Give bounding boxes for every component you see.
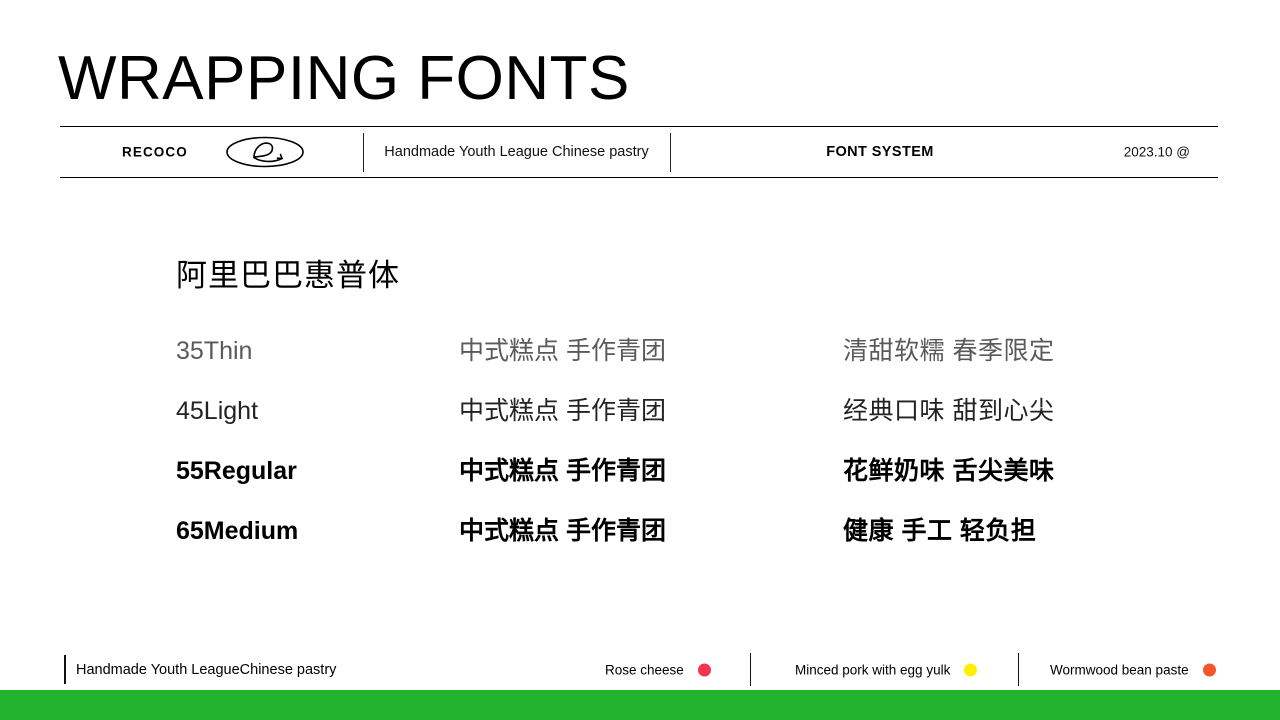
font-family-name: 阿里巴巴惠普体 — [176, 258, 400, 293]
footer-accent-bar — [64, 655, 66, 684]
weight-label: 45Light — [176, 397, 259, 425]
flavor-label: Wormwood bean paste — [1050, 662, 1189, 678]
flavor-color-dot — [1202, 663, 1216, 677]
accent-bar — [0, 690, 1280, 720]
table-row: 45Light 中式糕点 手作青团 经典口味 甜到心尖 — [176, 396, 1076, 456]
footer-label: Handmade Youth LeagueChinese pastry — [76, 662, 337, 678]
flavor-color-dot — [697, 663, 711, 677]
footer: Handmade Youth LeagueChinese pastry Rose… — [0, 650, 1280, 690]
sample-text-a: 中式糕点 手作青团 — [459, 337, 666, 365]
sample-text-a: 中式糕点 手作青团 — [459, 517, 666, 545]
weight-label: 35Thin — [176, 337, 253, 365]
header-section-label: FONT SYSTEM — [826, 144, 934, 160]
weight-label: 65Medium — [176, 517, 299, 545]
sample-text-b: 经典口味 甜到心尖 — [843, 397, 1055, 425]
table-row: 35Thin 中式糕点 手作青团 清甜软糯 春季限定 — [176, 336, 1076, 396]
flavor-label: Rose cheese — [605, 662, 684, 678]
recoco-swirl-logo-icon — [224, 132, 306, 172]
sample-text-a: 中式糕点 手作青团 — [459, 397, 666, 425]
header-date: 2023.10 @ — [1123, 144, 1190, 160]
sample-text-b: 花鲜奶味 舌尖美味 — [843, 457, 1055, 485]
flavor-color-dot — [964, 663, 978, 677]
sample-text-a: 中式糕点 手作青团 — [459, 457, 666, 485]
footer-divider-2 — [1018, 653, 1019, 686]
flavor-item-wormwood-bean-paste: Wormwood bean paste — [1050, 663, 1216, 678]
table-row: 55Regular 中式糕点 手作青团 花鲜奶味 舌尖美味 — [176, 456, 1076, 516]
footer-divider-1 — [750, 653, 751, 686]
sample-text-b: 清甜软糯 春季限定 — [843, 337, 1055, 365]
font-specimen-table: 35Thin 中式糕点 手作青团 清甜软糯 春季限定 45Light 中式糕点 … — [176, 336, 1076, 576]
flavor-item-minced-pork: Minced pork with egg yulk — [795, 662, 978, 678]
table-row: 65Medium 中式糕点 手作青团 健康 手工 轻负担 — [176, 516, 1076, 576]
header-band: RECOCO Handmade Youth League Chinese pas… — [60, 126, 1218, 178]
brand-name: RECOCO — [122, 144, 188, 160]
page-title: WRAPPING FONTS — [58, 44, 630, 113]
flavor-item-rose-cheese: Rose cheese — [605, 663, 711, 678]
sample-text-b: 健康 手工 轻负担 — [843, 517, 1037, 545]
weight-label: 55Regular — [176, 457, 297, 485]
header-subtitle: Handmade Youth League Chinese pastry — [384, 144, 649, 160]
flavor-label: Minced pork with egg yulk — [795, 662, 951, 678]
